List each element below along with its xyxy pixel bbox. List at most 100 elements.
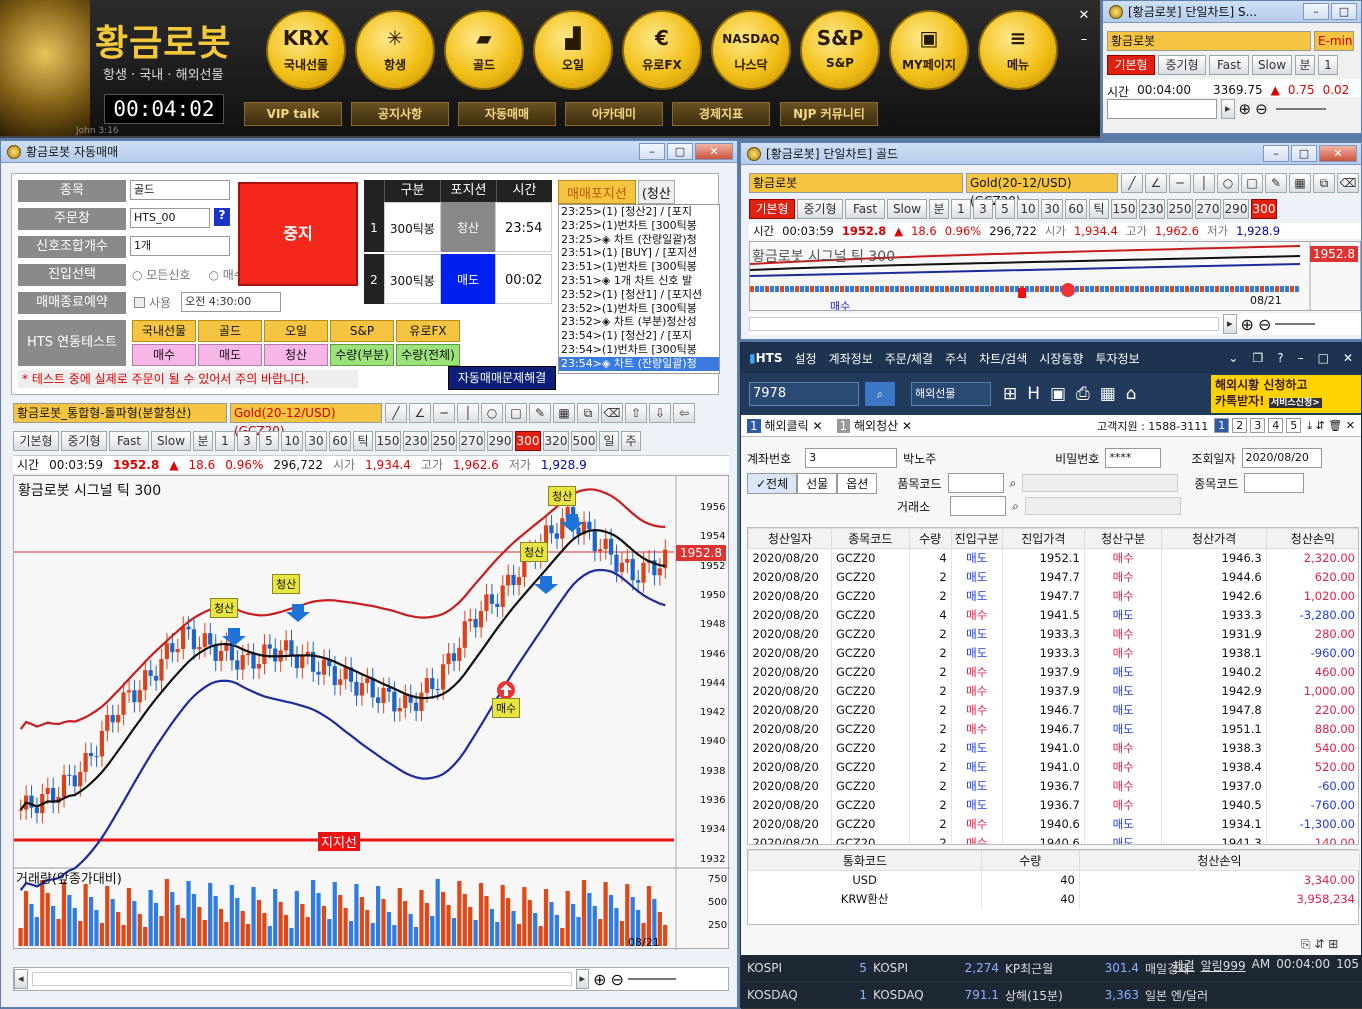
page-1[interactable]: 1 <box>1214 418 1230 433</box>
log-tab-position[interactable]: 매매포지션 <box>558 180 636 204</box>
scroll-track[interactable] <box>749 317 1219 331</box>
product-select[interactable]: Gold(20-12/USD)(GCZ20) <box>230 403 382 438</box>
tab-10[interactable]: 10 <box>281 431 303 451</box>
table-row[interactable]: 2020/08/20 GCZ20 2 매수 1937.9 매도 1942.9 1,000.00 <box>748 681 1358 701</box>
scroll-track[interactable] <box>31 972 572 986</box>
tab-60[interactable]: 60 <box>329 431 351 451</box>
tab-Slow[interactable]: Slow <box>887 199 927 219</box>
brand-select[interactable]: 황금로봇 <box>749 173 963 193</box>
draw-tool-icon[interactable]: ⧉ <box>577 403 599 423</box>
table-row[interactable]: 2020/08/20 GCZ20 2 매도 1936.7 매수 1940.5 -760.00 <box>748 795 1358 815</box>
test-action-1[interactable]: 매도 <box>198 344 262 366</box>
tab-주[interactable]: 주 <box>621 431 641 451</box>
tab-230[interactable]: 230 <box>1139 199 1165 219</box>
header-button-5[interactable]: NJP 커뮤니티 <box>780 102 878 126</box>
draw-tool-icon[interactable]: □ <box>1241 173 1263 193</box>
tab-기본형[interactable]: 기본형 <box>13 431 59 451</box>
draw-tool-icon[interactable]: ⌫ <box>1337 173 1359 193</box>
strategy-select[interactable]: 황금로봇_통합형-돌파형(분할청산) <box>13 403 227 423</box>
table-row[interactable]: 2020/08/20 GCZ20 2 매수 1940.6 매도 1934.1 -1,300.0… <box>748 814 1358 834</box>
tab-기본형[interactable]: 기본형 <box>749 199 795 219</box>
col-header[interactable]: 청산손익 <box>1265 528 1358 549</box>
scroll-right-button[interactable]: ▸ <box>575 969 590 989</box>
tab-30[interactable]: 30 <box>305 431 327 451</box>
draw-tool-icon[interactable]: ∠ <box>1145 173 1167 193</box>
coin-4[interactable]: € 유로FX <box>622 10 702 90</box>
page-5[interactable]: 5 <box>1286 418 1302 433</box>
zoom-slider[interactable] <box>627 978 676 980</box>
draw-tool-icon[interactable]: ▦ <box>553 403 575 423</box>
test-product-1[interactable]: 골드 <box>198 320 262 342</box>
status-cell[interactable]: 1 <box>821 988 867 1002</box>
table-row[interactable]: 2020/08/20 GCZ20 2 매도 1933.3 매수 1938.1 -960.00 <box>748 643 1358 663</box>
hts-menu-4[interactable]: 차트/검색 <box>979 350 1027 367</box>
tab-270[interactable]: 270 <box>459 431 485 451</box>
filter-0[interactable]: ✓전체 <box>747 472 798 494</box>
coin-2[interactable]: ▰ 골드 <box>444 10 524 90</box>
table-row[interactable]: 2020/08/20 GCZ20 2 매수 1937.9 매도 1940.2 460.00 <box>748 662 1358 682</box>
col-header[interactable]: 청산구분 <box>1083 528 1163 549</box>
page-3[interactable]: 3 <box>1250 418 1266 433</box>
hts-menu-0[interactable]: 설정 <box>794 350 816 367</box>
test-product-0[interactable]: 국내선물 <box>132 320 196 342</box>
tab-5[interactable]: 5 <box>259 431 279 451</box>
tab-60[interactable]: 60 <box>1065 199 1087 219</box>
test-product-3[interactable]: S&P <box>330 320 394 342</box>
tab-틱[interactable]: 틱 <box>1089 199 1109 219</box>
tab-Fast[interactable]: Fast <box>109 431 149 451</box>
draw-tool-icon[interactable]: ○ <box>1217 173 1239 193</box>
single-chart-canvas[interactable]: 황금로봇 시그널 틱 300 1952.8 08/21 매수 <box>749 241 1361 311</box>
zoom-out-icon[interactable]: ⊖ <box>1258 315 1271 334</box>
header-button-0[interactable]: VIP talk <box>244 102 342 126</box>
tab-1[interactable]: 1 <box>951 199 971 219</box>
status-cell[interactable]: 791.1 <box>953 988 999 1002</box>
jcode-input[interactable] <box>1244 473 1305 493</box>
tab-2[interactable]: Fast <box>1209 55 1249 75</box>
table-row[interactable]: 2020/08/20 GCZ20 2 매도 1933.3 매수 1931.9 280.00 <box>748 624 1358 644</box>
draw-tool-icon[interactable]: ▦ <box>1289 173 1311 193</box>
coin-7[interactable]: ▣ MY페이지 <box>889 10 969 90</box>
order-window-select[interactable]: HTS_00 <box>130 208 210 228</box>
table-row[interactable]: 2020/08/20 GCZ20 2 매수 1940.6 매도 1941.3 140.00 <box>748 833 1358 844</box>
tab-300[interactable]: 300 <box>1251 199 1277 219</box>
pw-input[interactable]: **** <box>1105 448 1162 468</box>
zoom-in-icon[interactable]: ⊕ <box>1239 100 1252 118</box>
status-cell[interactable]: 5 <box>821 961 867 975</box>
entry-radio-0[interactable]: ○ 모든신호 <box>132 266 190 283</box>
header-close-button[interactable]: ✕ <box>1076 8 1092 24</box>
draw-tool-icon[interactable]: ╱ <box>1121 173 1143 193</box>
tab-10[interactable]: 10 <box>1017 199 1039 219</box>
restore-icon[interactable]: ❐ <box>1252 351 1263 365</box>
table-row[interactable]: 2020/08/20 GCZ20 2 매도 1947.7 매수 1942.6 1,020.00 <box>748 586 1358 606</box>
col-header[interactable]: 진입구분 <box>950 528 1003 549</box>
scroll-right-button[interactable]: ▸ <box>1221 99 1235 119</box>
draw-tool-icon[interactable]: │ <box>1193 173 1215 193</box>
main-chart[interactable]: 황금로봇 시그널 틱 300 1956 1954 1952 1950 1948 1946 1… <box>13 475 730 950</box>
product-select[interactable]: Gold(20-12/USD)(GCZ20) <box>966 173 1118 208</box>
tab-5[interactable]: 1 <box>1318 55 1338 75</box>
market-select[interactable]: 해외선물 <box>911 382 991 406</box>
col-header[interactable]: 수량 <box>908 528 952 549</box>
draw-tool-icon[interactable]: ╱ <box>385 403 407 423</box>
tab-중기형[interactable]: 중기형 <box>61 431 107 451</box>
status-cell[interactable]: KOSPI <box>741 961 821 975</box>
tab-일[interactable]: 일 <box>599 431 619 451</box>
tab-중기형[interactable]: 중기형 <box>797 199 843 219</box>
header-button-1[interactable]: 공지사항 <box>351 102 449 126</box>
coin-0[interactable]: KRX 국내선물 <box>266 10 346 90</box>
coin-5[interactable]: NASDAQ 나스닥 <box>711 10 791 90</box>
tab-270[interactable]: 270 <box>1195 199 1221 219</box>
search-icon[interactable]: ⌕ <box>865 382 895 406</box>
tab-250[interactable]: 250 <box>431 431 457 451</box>
log-list[interactable]: 23:25>(1) [청산2] / [포지 23:25>(1)번차트 [300틱봉… <box>558 204 720 374</box>
tab-1[interactable]: 중기형 <box>1158 55 1206 75</box>
exchange-input[interactable] <box>950 496 1007 516</box>
status-right-item[interactable]: 알림999 <box>1201 957 1246 974</box>
table-row[interactable]: 2020/08/20 GCZ20 2 매도 1936.7 매수 1937.0 -60.00 <box>748 776 1358 796</box>
tab-3[interactable]: 3 <box>973 199 993 219</box>
status-cell[interactable]: 2,274 <box>953 961 999 975</box>
draw-tool-icon[interactable]: ✎ <box>1265 173 1287 193</box>
filter-1[interactable]: 선물 <box>797 472 838 494</box>
end-use-checkbox[interactable] <box>134 296 145 308</box>
tab-250[interactable]: 250 <box>1167 199 1193 219</box>
